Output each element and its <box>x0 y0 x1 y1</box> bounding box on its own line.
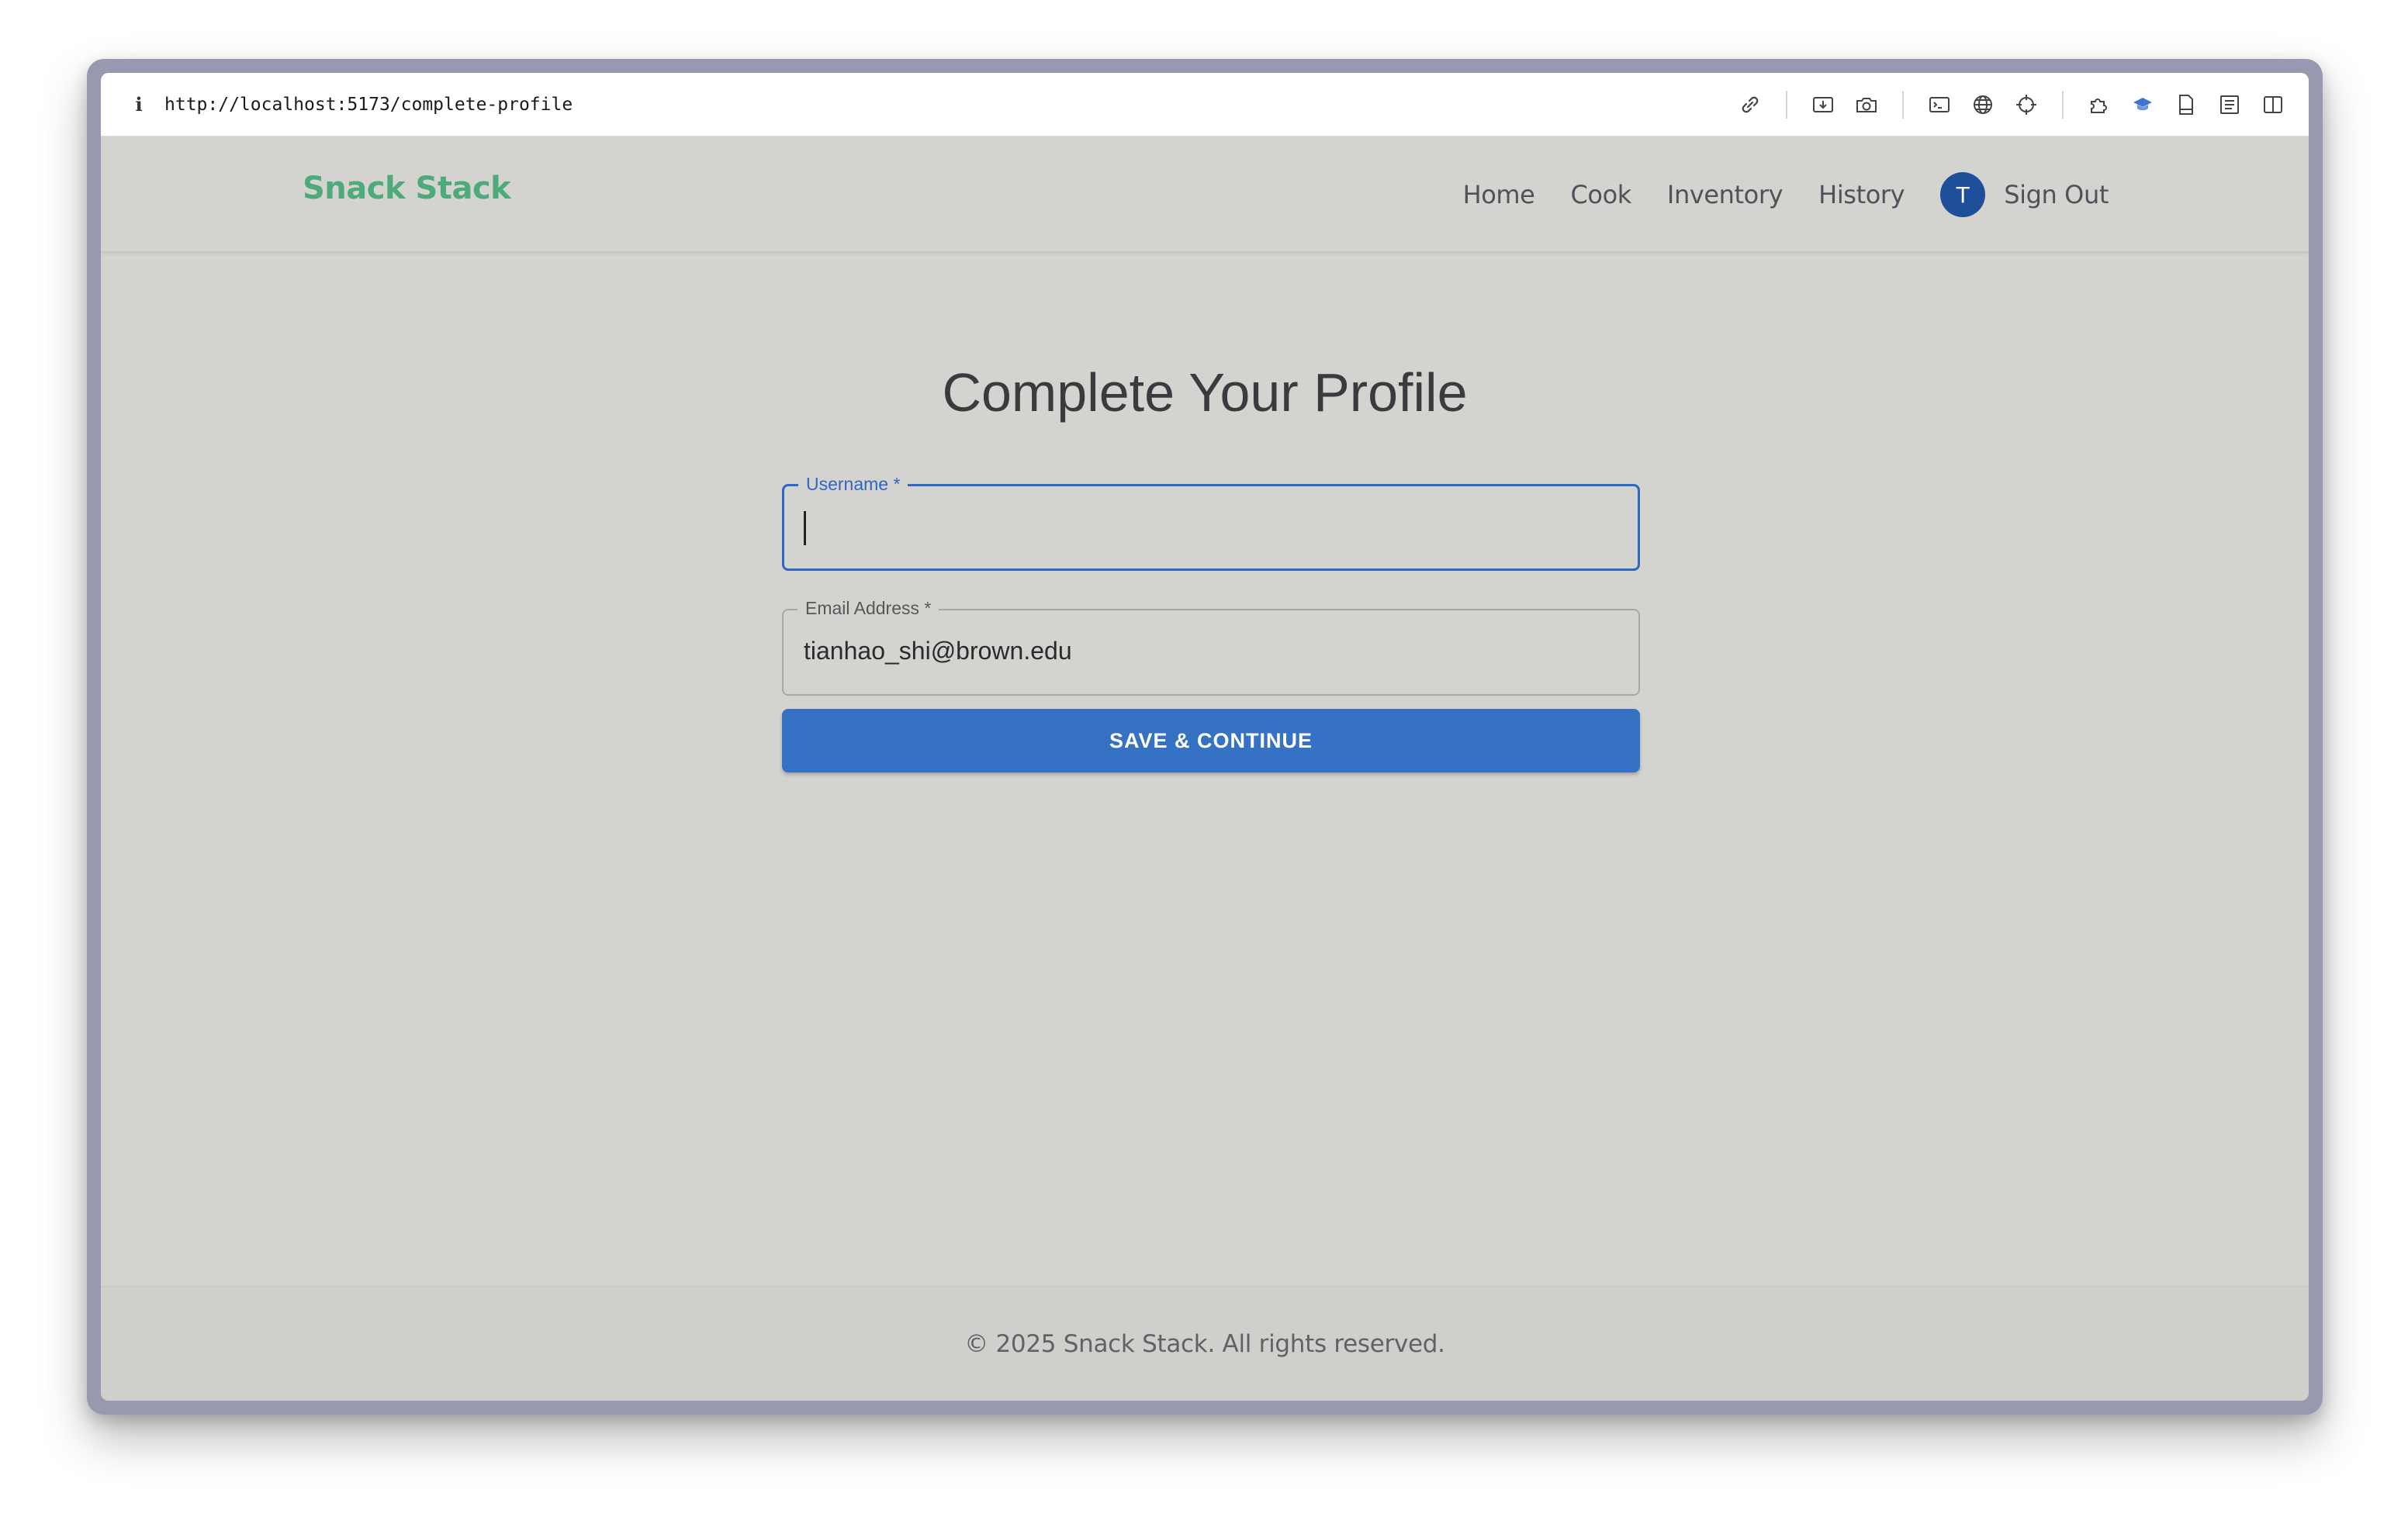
browser-toolbar: i http://localhost:5173/complete-profile <box>101 73 2309 137</box>
toolbar-separator <box>2062 91 2064 119</box>
page-title: Complete Your Profile <box>942 362 1468 423</box>
toolbar-icons <box>1728 73 2295 137</box>
download-icon[interactable] <box>1809 91 1837 119</box>
nav-history[interactable]: History <box>1818 180 1905 209</box>
toolbar-separator <box>1902 91 1904 119</box>
address-bar[interactable]: http://localhost:5173/complete-profile <box>164 95 573 115</box>
avatar[interactable]: T <box>1940 172 1986 217</box>
email-field[interactable]: Email Address * tianhao_shi@brown.edu <box>782 598 1640 696</box>
footer-copyright: © 2025 Snack Stack. All rights reserved. <box>964 1329 1445 1358</box>
toolbar-separator <box>1786 91 1787 119</box>
username-label: Username * <box>798 474 908 495</box>
nav-cook[interactable]: Cook <box>1570 180 1631 209</box>
extension-icon[interactable] <box>2085 91 2113 119</box>
app-navbar: Snack Stack Home Cook Inventory History … <box>101 137 2309 253</box>
bookmark-icon[interactable] <box>2129 91 2157 119</box>
username-field[interactable]: Username * <box>782 474 1640 571</box>
sidebar-icon[interactable] <box>2259 91 2287 119</box>
reader-icon[interactable] <box>2216 91 2244 119</box>
crosshair-icon[interactable] <box>2012 91 2040 119</box>
text-cursor <box>804 511 806 545</box>
nav-inventory[interactable]: Inventory <box>1667 180 1784 209</box>
sign-out-button[interactable]: Sign Out <box>2004 180 2109 209</box>
nav-home[interactable]: Home <box>1463 180 1535 209</box>
email-label: Email Address * <box>797 598 939 619</box>
info-icon[interactable]: i <box>127 93 150 116</box>
terminal-icon[interactable] <box>1925 91 1953 119</box>
browser-frame: i http://localhost:5173/complete-profile <box>101 73 2309 1401</box>
globe-icon[interactable] <box>1969 91 1997 119</box>
email-input[interactable]: tianhao_shi@brown.edu <box>804 637 1072 665</box>
brand-logo[interactable]: Snack Stack <box>303 171 511 206</box>
link-icon[interactable] <box>1736 91 1764 119</box>
footer: © 2025 Snack Stack. All rights reserved. <box>101 1286 2309 1401</box>
nav-links: Home Cook Inventory History T Sign Out <box>1427 137 2109 253</box>
browser-window: i http://localhost:5173/complete-profile <box>87 59 2323 1415</box>
page-icon[interactable] <box>2172 91 2200 119</box>
save-continue-button[interactable]: SAVE & CONTINUE <box>782 709 1640 772</box>
camera-icon[interactable] <box>1853 91 1880 119</box>
